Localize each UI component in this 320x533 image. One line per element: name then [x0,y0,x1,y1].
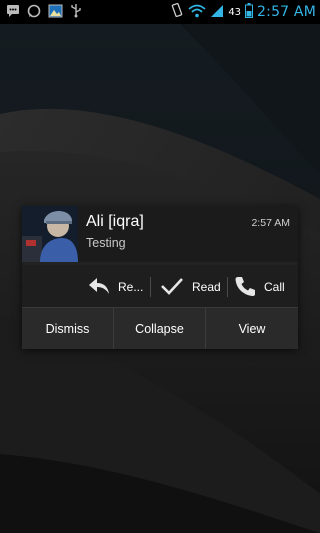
read-action[interactable]: Read [160,265,221,309]
vibrate-icon [170,2,184,22]
reply-action[interactable]: Re... [88,265,143,309]
message-text: Testing [86,236,126,250]
popup-buttons: Dismiss Collapse View [22,307,298,349]
signal-icon [210,3,224,22]
reply-label: Re... [118,280,144,294]
reply-icon [88,277,118,298]
call-action[interactable]: Call [234,265,285,309]
whatsapp-icon [27,3,41,22]
status-bar: 43 2:57 AM [0,0,320,24]
message-time: 2:57 AM [251,217,290,229]
sender-name: Ali [iqra] [86,213,144,230]
check-icon [160,277,192,298]
popup-header[interactable]: Ali [iqra] Testing 2:57 AM [22,206,298,262]
collapse-button[interactable]: Collapse [114,308,205,349]
gallery-icon [48,3,63,22]
status-clock: 2:57 AM [257,4,316,20]
quick-actions: Re... Read Call [22,265,298,309]
action-separator [150,277,151,297]
battery-percent: 43 [228,6,242,18]
wifi-icon [188,3,206,22]
phone-icon [234,275,264,300]
usb-icon [70,3,82,22]
view-button[interactable]: View [206,308,298,349]
chat-icon [6,3,20,22]
dismiss-button[interactable]: Dismiss [22,308,113,349]
avatar[interactable] [22,206,78,262]
battery-icon [245,2,254,22]
read-label: Read [192,280,221,294]
call-label: Call [264,280,285,294]
notification-popup: Ali [iqra] Testing 2:57 AM Re... Read Ca… [22,206,298,349]
action-separator [227,277,228,297]
